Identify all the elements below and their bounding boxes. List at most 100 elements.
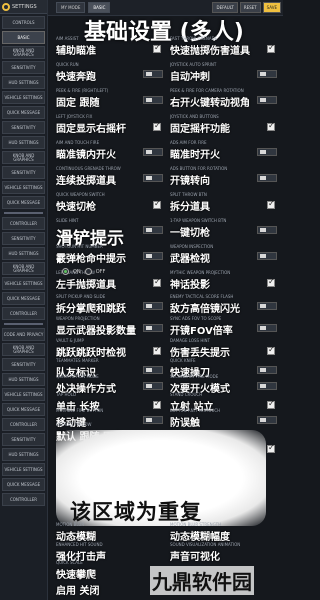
sidebar-item[interactable]: HUD SETTINGS	[2, 448, 45, 461]
sidebar-item[interactable]: QUICK MESSAGE	[2, 478, 45, 491]
setting-item[interactable]: PEEK & FIRE (RIGHT/LEFT) 固定 跟随	[56, 88, 169, 114]
setting-checkbox[interactable]	[267, 199, 275, 209]
setting-toggle[interactable]	[143, 174, 163, 182]
setting-row: SLIDE HINT 滑铲提示 1-TAP WEAPON SWITCH BTN 一键切…	[52, 218, 283, 249]
tab-basic[interactable]: BASIC	[88, 2, 111, 13]
setting-item[interactable]: AIM AND TOUCH FIRE 瞄准镜内开火	[56, 140, 169, 166]
sidebar-item[interactable]: SENSITIVITY	[2, 121, 45, 134]
setting-toggle[interactable]	[257, 226, 277, 234]
sidebar-item[interactable]: CONTROLLER	[2, 493, 45, 506]
setting-row: SHOTGUN HIT NUMBER 霰弹枪命中提示 WEAPON INSPECTI…	[52, 244, 283, 270]
setting-toggle[interactable]	[257, 302, 277, 310]
sidebar-item[interactable]: KNOB AND GRAPHICS	[2, 262, 45, 275]
setting-checkbox[interactable]	[153, 43, 161, 53]
setting-row: QUICK RUN 快速奔跑 JOYSTICK AUTO SPRINT 自动冲刺	[52, 62, 283, 88]
watermark: 九鼎软件园	[150, 566, 254, 595]
sidebar-item[interactable]: SENSITIVITY	[2, 358, 45, 371]
setting-checkbox[interactable]	[267, 443, 275, 453]
setting-row: QUICK WEAPON SWITCH快速切枪SPLIT THROW BTN拆分…	[52, 192, 283, 218]
sidebar-item[interactable]: VEHICLE SETTINGS	[2, 91, 45, 104]
setting-toggle[interactable]	[257, 96, 277, 104]
sidebar-item[interactable]: KNOB AND GRAPHICS	[2, 343, 45, 356]
setting-item[interactable]: QUICK RUN 快速奔跑	[56, 62, 169, 88]
setting-item[interactable]: SLIDE HINT 滑铲提示	[56, 218, 169, 249]
setting-toggle[interactable]	[143, 302, 163, 310]
setting-item[interactable]: JOYSTICK AUTO SPRINT 自动冲刺	[170, 62, 283, 88]
setting-toggle[interactable]	[257, 366, 277, 374]
setting-label-cn: 动态模糊幅度	[170, 532, 230, 543]
sidebar-item[interactable]: VEHICLE SETTINGS	[2, 388, 45, 401]
setting-label-cn: 动态模糊	[56, 532, 96, 543]
setting-item[interactable]: MYTHIC WEAPON PROJECTION 神话投影	[170, 270, 283, 296]
radio-label: ON	[73, 268, 81, 275]
setting-checkbox[interactable]	[153, 345, 161, 355]
sidebar-item[interactable]: HUD SETTINGS	[2, 247, 45, 260]
setting-item[interactable]: QUICK WEAPON SWITCH 快速切枪	[56, 192, 169, 218]
setting-checkbox[interactable]	[153, 199, 161, 209]
sidebar-divider	[4, 323, 43, 325]
setting-item[interactable]: CONTINUOUS GRENADE THROW 连续投掷道具	[56, 166, 169, 192]
setting-checkbox[interactable]	[267, 121, 275, 131]
sidebar-item[interactable]: BASIC	[2, 31, 45, 44]
settings-header: SETTINGS	[0, 0, 47, 14]
setting-checkbox[interactable]	[153, 121, 161, 131]
setting-item[interactable]: ADS BUTTON FOR ROTATION 开镜转向	[170, 166, 283, 192]
setting-toggle[interactable]	[143, 366, 163, 374]
tab-my-mode[interactable]: MY MODE	[56, 2, 86, 13]
sidebar-item[interactable]: QUICK MESSAGE	[2, 292, 45, 305]
setting-item[interactable]: LEFT JOYSTICK FIX 固定显示右摇杆	[56, 114, 169, 140]
setting-toggle[interactable]	[143, 226, 163, 234]
setting-item[interactable]: SHOTGUN HIT NUMBER 霰弹枪命中提示	[56, 244, 169, 270]
setting-toggle[interactable]	[143, 382, 163, 390]
sidebar-item[interactable]: VEHICLE SETTINGS	[2, 181, 45, 194]
sidebar-item[interactable]: QUICK MESSAGE	[2, 403, 45, 416]
setting-toggle[interactable]	[257, 70, 277, 78]
setting-toggle[interactable]	[143, 70, 163, 78]
setting-checkbox[interactable]	[267, 43, 275, 53]
sidebar-item[interactable]: KNOB AND GRAPHICS	[2, 46, 45, 59]
setting-item[interactable]: AIM ASSIST 辅助瞄准	[56, 36, 169, 62]
radio-button[interactable]	[84, 268, 92, 275]
sidebar-item[interactable]: HUD SETTINGS	[2, 76, 45, 89]
sidebar-item[interactable]: CODE AND PRIVACY	[2, 328, 45, 341]
setting-toggle[interactable]	[257, 382, 277, 390]
setting-toggle[interactable]	[143, 252, 163, 260]
setting-item[interactable]: SPLIT THROW BTN 拆分道具	[170, 192, 283, 218]
setting-item[interactable]: ADS AIM FOR FIRE 瞄准时开火	[170, 140, 283, 166]
sidebar-item[interactable]: VEHICLE SETTINGS	[2, 463, 45, 476]
sidebar-item[interactable]: HUD SETTINGS	[2, 136, 45, 149]
setting-toggle[interactable]	[143, 96, 163, 104]
default-button[interactable]: DEFAULT	[212, 2, 238, 13]
sidebar-item[interactable]: QUICK MESSAGE	[2, 196, 45, 209]
setting-item[interactable]: FAST THROW GRENADE 快速抛掷伤害道具	[170, 36, 283, 62]
sidebar-item[interactable]: SENSITIVITY	[2, 166, 45, 179]
sidebar-item[interactable]: SENSITIVITY	[2, 433, 45, 446]
sidebar-item[interactable]: VEHICLE SETTINGS	[2, 277, 45, 290]
radio-button[interactable]	[62, 268, 69, 275]
setting-toggle[interactable]	[257, 148, 277, 156]
setting-item[interactable]: JOYSTICK AND BUTTONS 固定摇杆功能	[170, 114, 283, 140]
reset-button[interactable]: RESET	[239, 2, 261, 13]
sidebar-item[interactable]: CONTROLLER	[2, 217, 45, 230]
sidebar-item[interactable]: CONTROLS	[2, 16, 45, 29]
setting-checkbox[interactable]	[267, 345, 275, 355]
sidebar-item[interactable]: HUD SETTINGS	[2, 373, 45, 386]
save-button[interactable]: SAVE	[262, 2, 281, 13]
setting-checkbox[interactable]	[153, 277, 161, 287]
sidebar-item[interactable]: CONTROLLER	[2, 418, 45, 431]
sidebar-item[interactable]: SENSITIVITY	[2, 61, 45, 74]
setting-item[interactable]: WEAPON INSPECTION 武器检视	[170, 244, 283, 270]
setting-toggle[interactable]	[257, 252, 277, 260]
setting-toggle[interactable]	[257, 174, 277, 182]
sidebar-item[interactable]: CONTROLLER	[2, 307, 45, 320]
setting-item[interactable]: PEEK & FIRE FOR CAMERA ROTATION 右开火键转动视角	[170, 88, 283, 114]
setting-row: PEEK & FIRE (RIGHT/LEFT) 固定 跟随 PEEK & FIRE…	[52, 88, 283, 114]
sidebar-item[interactable]: QUICK MESSAGE	[2, 106, 45, 119]
setting-toggle[interactable]	[143, 148, 163, 156]
setting-checkbox[interactable]	[267, 277, 275, 287]
sidebar-item[interactable]: KNOB AND GRAPHICS	[2, 151, 45, 164]
setting-toggle[interactable]	[257, 324, 277, 332]
setting-toggle[interactable]	[143, 324, 163, 332]
setting-item[interactable]: 1-TAP WEAPON SWITCH BTN 一键切枪	[170, 218, 283, 244]
sidebar-item[interactable]: SENSITIVITY	[2, 232, 45, 245]
